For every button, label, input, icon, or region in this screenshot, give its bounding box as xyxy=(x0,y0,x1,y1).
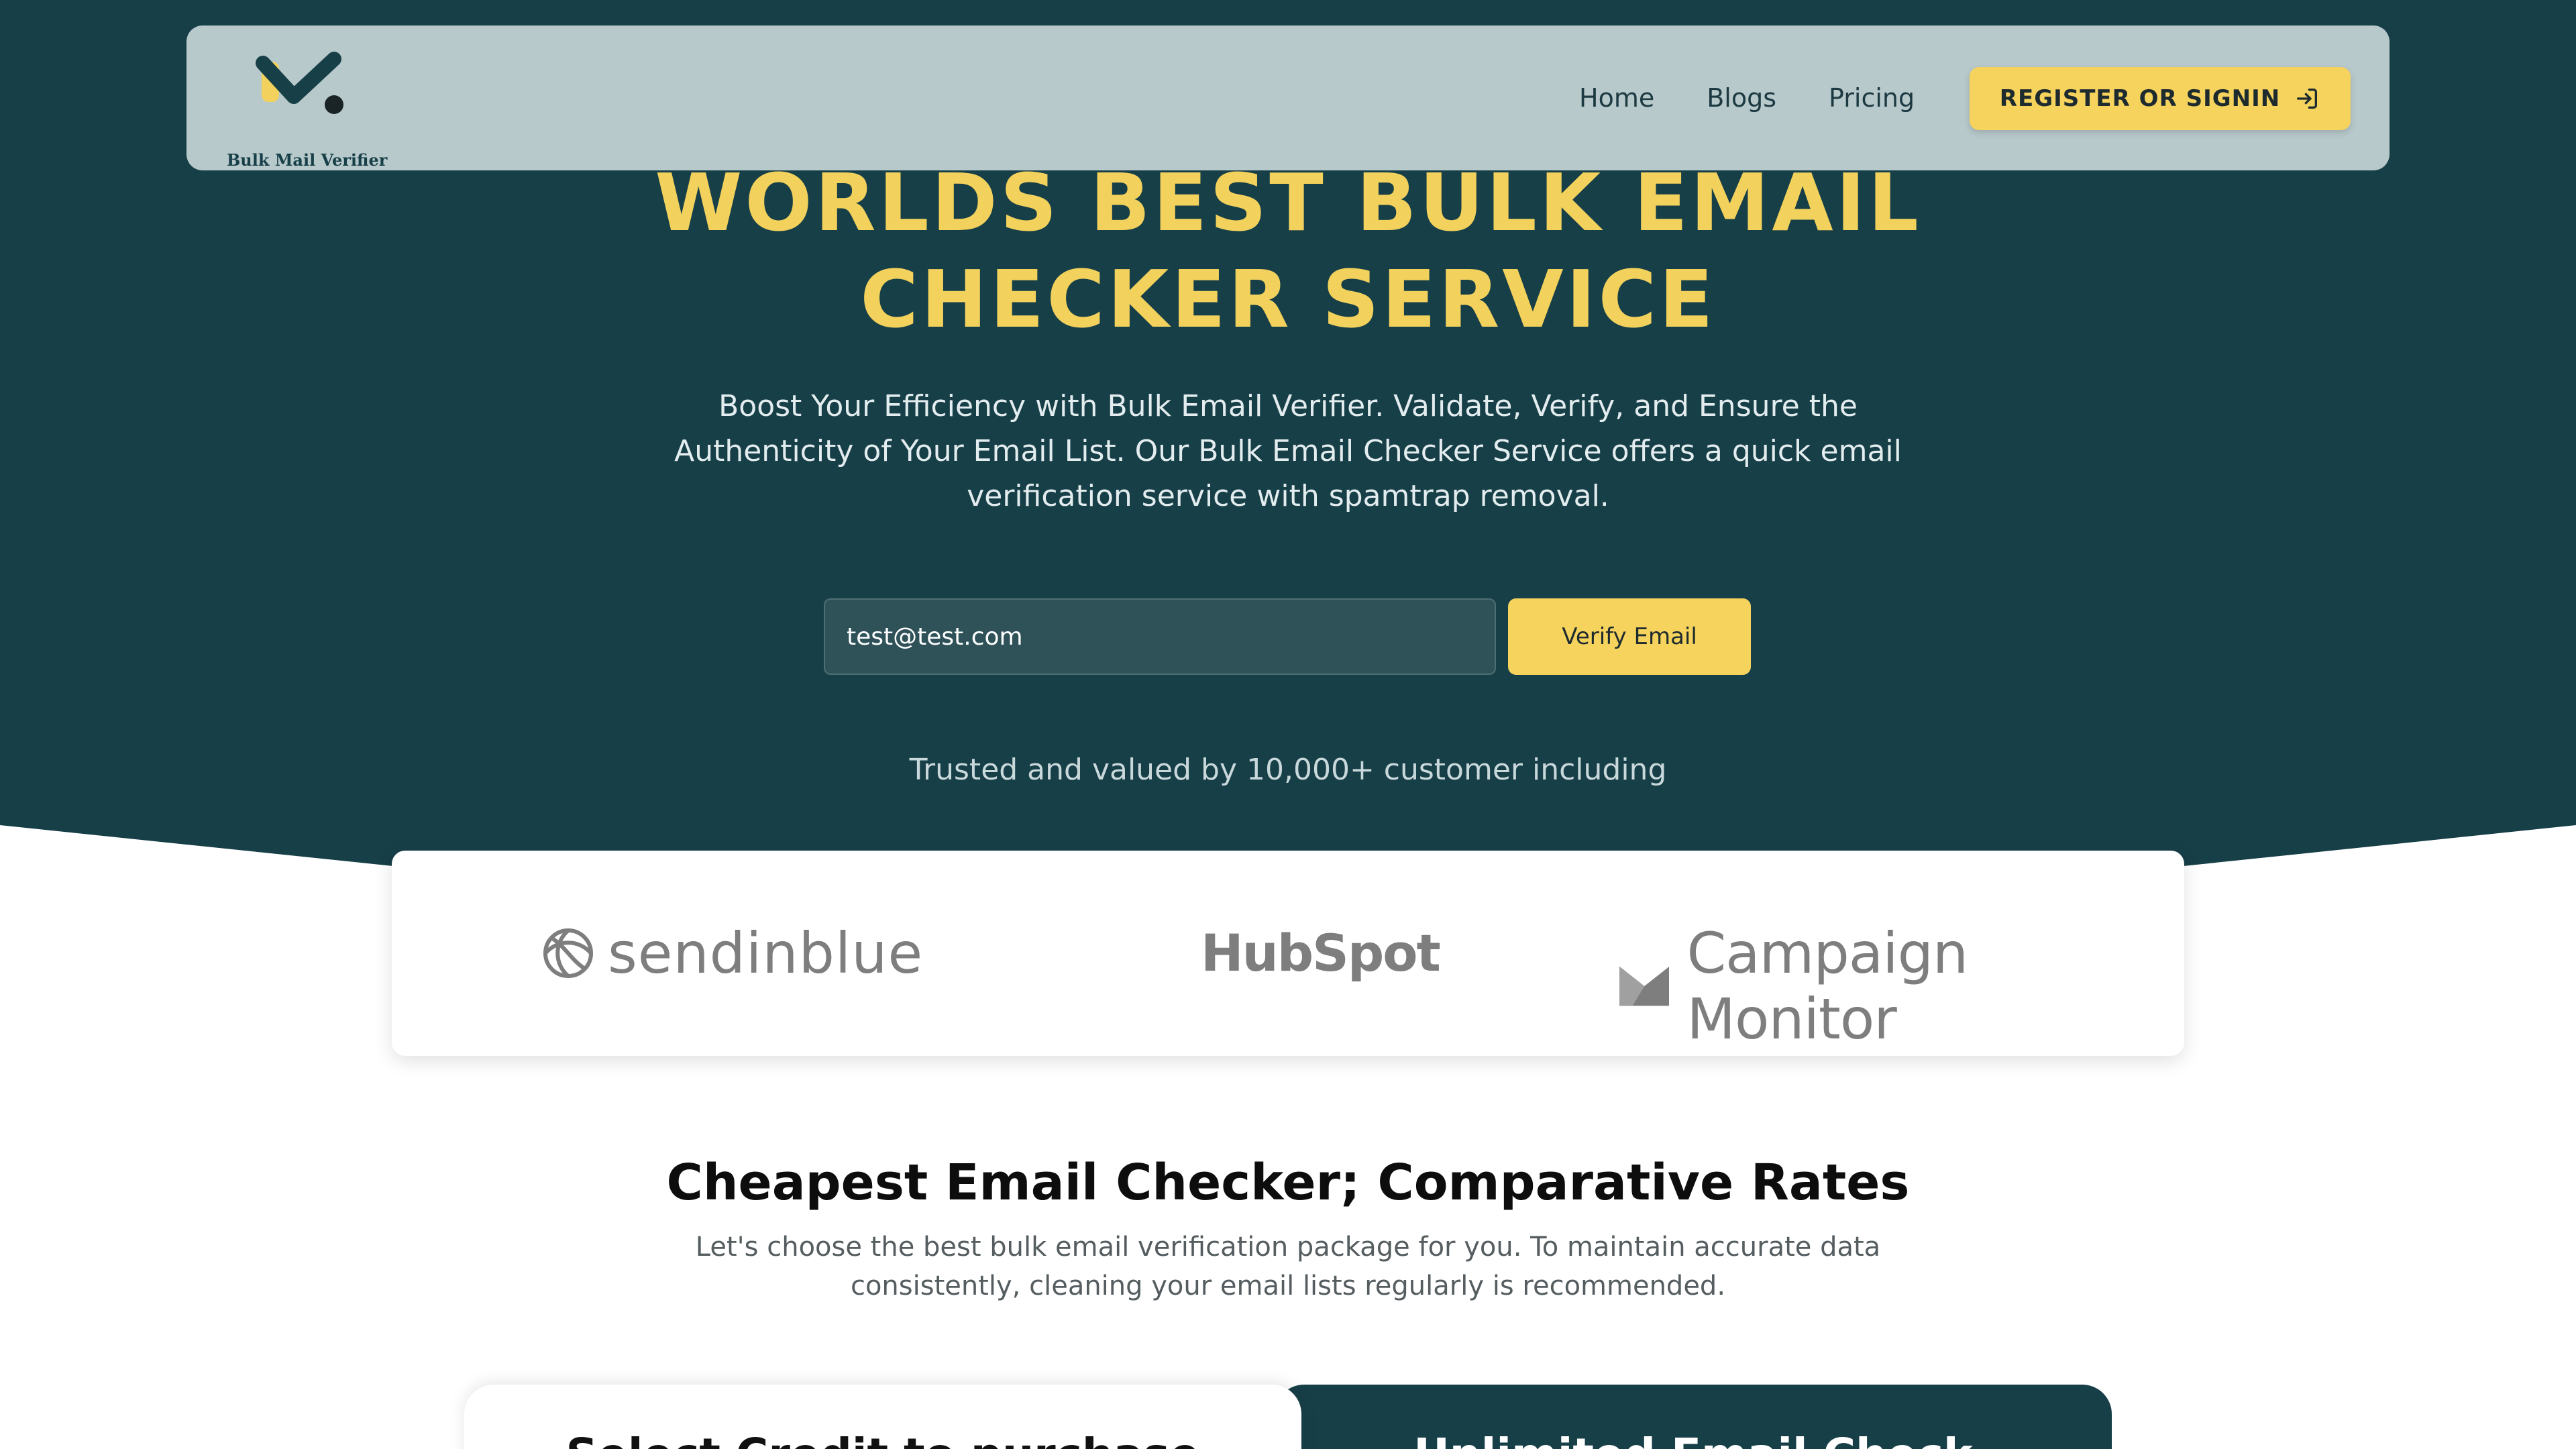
signin-arrow-icon xyxy=(2297,89,2318,109)
verify-email-button[interactable]: Verify Email xyxy=(1508,598,1751,675)
nav-blogs-link[interactable]: Blogs xyxy=(1707,83,1776,113)
hubspot-name: HubSpot xyxy=(1201,923,1441,983)
hero-title: WORLDS BEST BULK EMAIL CHECKER SERVICE xyxy=(0,154,2576,347)
hubspot-logo: HubSpot xyxy=(1201,923,1441,983)
campaign-monitor-logo: Campaign Monitor xyxy=(1619,920,2184,1052)
campaign-monitor-name: Campaign Monitor xyxy=(1686,920,1968,1052)
logo[interactable]: Bulk Mail Verifier xyxy=(227,50,387,170)
register-signin-button[interactable]: REGISTER OR SIGNIN xyxy=(1970,67,2351,130)
pricing-section-subtitle: Let's choose the best bulk email verific… xyxy=(695,1232,1881,1301)
nav-pricing-link[interactable]: Pricing xyxy=(1829,83,1915,113)
campaign-monitor-logo-icon xyxy=(1619,966,1670,1006)
sendinblue-name: sendinblue xyxy=(608,920,924,986)
pricing-card-credits-heading: Select Credit to purchase xyxy=(464,1429,1301,1449)
hero-title-line2: CHECKER SERVICE xyxy=(860,253,1716,345)
email-input[interactable] xyxy=(824,598,1496,675)
trusted-text: Trusted and valued by 10,000+ customer i… xyxy=(909,753,1667,787)
navbar: Bulk Mail Verifier Home Blogs Pricing RE… xyxy=(186,25,2390,170)
nav-home-link[interactable]: Home xyxy=(1579,83,1654,113)
sendinblue-logo-icon xyxy=(543,928,593,978)
pricing-section-title: Cheapest Email Checker; Comparative Rate… xyxy=(666,1154,1910,1212)
register-signin-label: REGISTER OR SIGNIN xyxy=(1999,85,2281,112)
partner-logos-card: sendinblue HubSpot Campaign Monitor xyxy=(392,851,2184,1056)
hero-title-line1: WORLDS BEST BULK EMAIL xyxy=(655,156,1921,249)
pricing-card-unlimited-heading: Unlimited Email Check xyxy=(1275,1429,2112,1449)
logo-mark-icon xyxy=(256,52,343,114)
pricing-card-unlimited[interactable]: Unlimited Email Check xyxy=(1275,1385,2112,1449)
pricing-card-credits[interactable]: Select Credit to purchase xyxy=(464,1385,1301,1449)
sendinblue-logo: sendinblue xyxy=(541,920,923,986)
nav-links: Home Blogs Pricing xyxy=(1579,25,1915,170)
hero-subtitle: Boost Your Efficiency with Bulk Email Ve… xyxy=(674,389,1902,513)
